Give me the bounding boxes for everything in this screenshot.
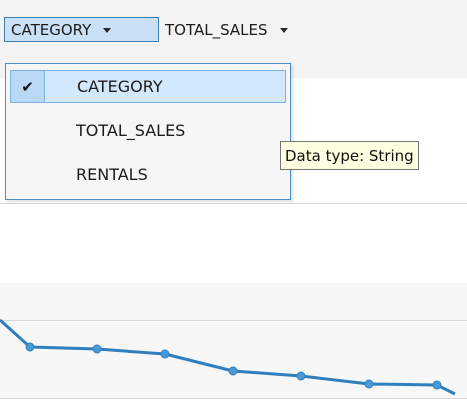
data-point[interactable] <box>160 349 170 359</box>
check-icon: ✔ <box>11 71 45 102</box>
data-point[interactable] <box>364 379 374 389</box>
menu-item-category[interactable]: ✔ CATEGORY <box>10 70 286 103</box>
menu-item-label: RENTALS <box>76 165 148 184</box>
series-line <box>0 318 456 396</box>
sales-series <box>0 318 456 396</box>
field-dropdown-menu: ✔ CATEGORY TOTAL_SALES RENTALS <box>5 63 291 200</box>
tooltip-text: Data type: String <box>285 146 414 165</box>
data-type-tooltip: Data type: String <box>280 141 419 170</box>
menu-item-label: CATEGORY <box>77 77 163 96</box>
data-point[interactable] <box>432 380 442 390</box>
menu-item-label: TOTAL_SALES <box>76 121 186 140</box>
menu-item-total-sales[interactable]: TOTAL_SALES <box>10 114 286 147</box>
menu-item-rentals[interactable]: RENTALS <box>10 158 286 191</box>
data-point[interactable] <box>25 342 35 352</box>
data-point[interactable] <box>228 366 238 376</box>
chart-viewer: CATEGORY TOTAL_SALES ✔ CATEGORY TOTAL_SA… <box>0 0 467 399</box>
data-point[interactable] <box>296 371 306 381</box>
data-point[interactable] <box>92 344 102 354</box>
